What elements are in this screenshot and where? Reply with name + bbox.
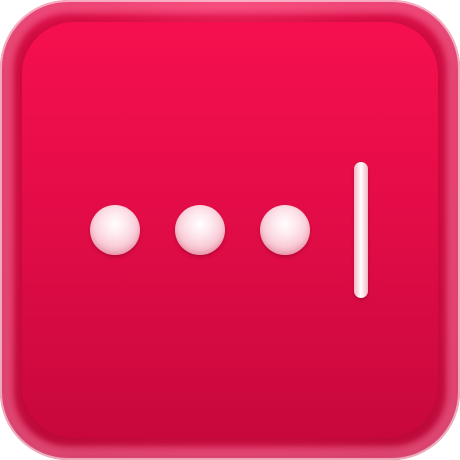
password-dot-icon bbox=[90, 205, 140, 255]
canvas bbox=[0, 0, 460, 460]
password-dot-icon bbox=[175, 205, 225, 255]
password-app-icon[interactable] bbox=[0, 0, 460, 460]
text-cursor-icon bbox=[354, 162, 368, 298]
password-dot-icon bbox=[260, 205, 310, 255]
icon-inner-panel bbox=[22, 22, 438, 438]
